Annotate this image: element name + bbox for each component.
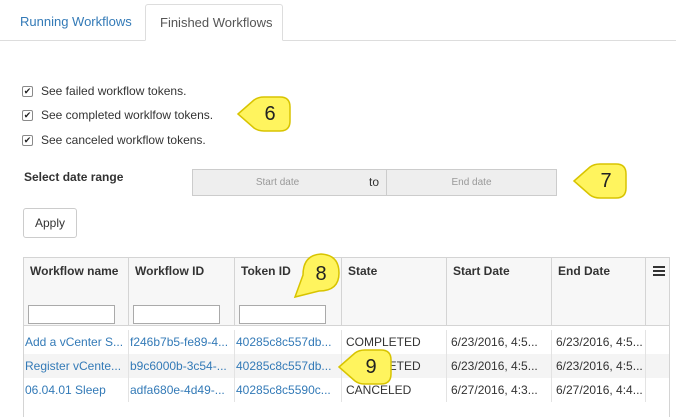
grid-menu[interactable] xyxy=(646,258,669,326)
workflow-name-filter-input[interactable] xyxy=(28,305,115,324)
workflow-name-link[interactable]: 06.04.01 Sleep xyxy=(24,378,129,402)
callout-6: 6 xyxy=(236,96,291,132)
workflow-id-filter-input[interactable] xyxy=(133,305,220,324)
column-header-workflow-name[interactable]: Workflow name xyxy=(24,258,129,326)
canceled-filter[interactable]: ✔ See canceled workflow tokens. xyxy=(22,131,206,149)
failed-filter[interactable]: ✔ See failed workflow tokens. xyxy=(22,82,186,100)
token-id-link[interactable]: 40285c8c557db... xyxy=(235,354,342,378)
column-header-end-date[interactable]: End Date xyxy=(552,258,646,326)
canceled-filter-label: See canceled workflow tokens. xyxy=(41,133,206,147)
failed-filter-label: See failed workflow tokens. xyxy=(41,84,187,98)
start-date-cell: 6/23/2016, 4:5... xyxy=(447,330,552,354)
completed-checkbox[interactable]: ✔ xyxy=(22,109,33,121)
column-title: Workflow name xyxy=(30,264,119,278)
column-title: Start Date xyxy=(453,264,510,278)
completed-filter-label: See completed worklfow tokens. xyxy=(41,108,214,122)
date-range-separator: to xyxy=(362,169,386,196)
workflow-id-link[interactable]: b9c6000b-3c54-... xyxy=(129,354,235,378)
date-range-label: Select date range xyxy=(24,170,124,184)
callout-8: 8 xyxy=(293,253,340,299)
column-header-state[interactable]: State xyxy=(342,258,447,326)
callout-7: 7 xyxy=(572,163,627,199)
start-date-cell: 6/23/2016, 4:5... xyxy=(447,354,552,378)
workflow-tokens-table: Workflow name Workflow ID Token ID State… xyxy=(23,257,670,417)
end-date-input[interactable]: End date xyxy=(386,169,557,196)
callout-9-label: 9 xyxy=(365,356,376,378)
end-date-cell: 6/23/2016, 4:5... xyxy=(552,330,646,354)
callout-8-label: 8 xyxy=(315,263,326,285)
callout-9: 9 xyxy=(337,349,392,385)
workflow-name-link[interactable]: Register vCente... xyxy=(24,354,129,378)
token-id-link[interactable]: 40285c8c5590c... xyxy=(235,378,342,402)
tab-finished-workflows[interactable]: Finished Workflows xyxy=(145,4,283,41)
workflow-id-link[interactable]: adfa680e-4d49-... xyxy=(129,378,235,402)
column-title: State xyxy=(348,264,378,278)
column-header-start-date[interactable]: Start Date xyxy=(447,258,552,326)
end-date-cell: 6/23/2016, 4:5... xyxy=(552,354,646,378)
tab-running-workflows[interactable]: Running Workflows xyxy=(6,4,146,41)
callout-7-label: 7 xyxy=(600,170,611,192)
failed-checkbox[interactable]: ✔ xyxy=(22,85,33,97)
column-title: End Date xyxy=(558,264,611,278)
column-title: Token ID xyxy=(241,264,291,278)
token-id-filter-input[interactable] xyxy=(239,305,326,324)
hamburger-menu-icon[interactable] xyxy=(653,266,665,278)
column-header-workflow-id[interactable]: Workflow ID xyxy=(129,258,235,326)
token-id-link[interactable]: 40285c8c557db... xyxy=(235,330,342,354)
start-date-cell: 6/27/2016, 4:3... xyxy=(447,378,552,402)
workflow-id-link[interactable]: f246b7b5-fe89-4... xyxy=(129,330,235,354)
column-title: Workflow ID xyxy=(135,264,205,278)
end-date-cell: 6/27/2016, 4:4... xyxy=(552,378,646,402)
start-date-input[interactable]: Start date xyxy=(192,169,363,196)
apply-button[interactable]: Apply xyxy=(23,208,77,238)
completed-filter[interactable]: ✔ See completed worklfow tokens. xyxy=(22,106,213,124)
canceled-checkbox[interactable]: ✔ xyxy=(22,134,33,146)
workflow-name-link[interactable]: Add a vCenter S... xyxy=(24,330,129,354)
callout-6-label: 6 xyxy=(264,103,275,125)
